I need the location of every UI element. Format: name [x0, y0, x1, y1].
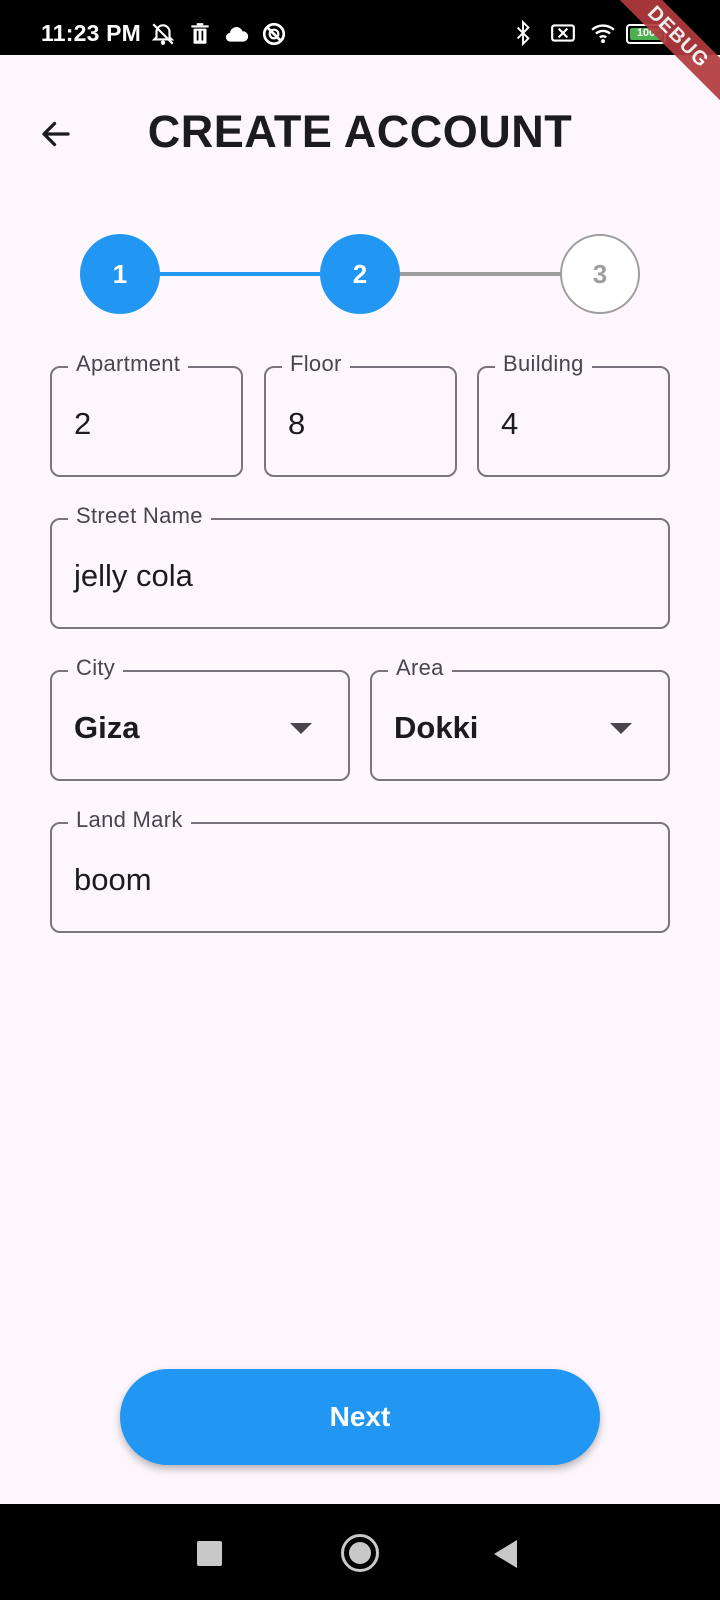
- page-title: CREATE ACCOUNT: [147, 106, 573, 157]
- step-3[interactable]: 3: [560, 234, 640, 314]
- stepper: 1 2 3: [0, 234, 720, 314]
- land-mark-value: boom: [74, 862, 152, 897]
- back-icon[interactable]: [494, 1540, 517, 1568]
- status-bar: 11:23 PM 100: [0, 0, 720, 55]
- alarm-off-icon: [151, 23, 175, 45]
- building-value: 4: [501, 406, 519, 441]
- apartment-value: 2: [74, 406, 92, 441]
- floor-label: Floor: [282, 351, 350, 377]
- area-label: Area: [388, 655, 452, 681]
- status-time: 11:23 PM: [41, 20, 142, 46]
- land-mark-field[interactable]: Land Mark boom: [50, 807, 670, 933]
- area-dropdown[interactable]: Area Dokki: [370, 655, 670, 781]
- status-left-icons: [150, 21, 287, 47]
- city-label: City: [68, 655, 124, 681]
- building-label: Building: [495, 351, 592, 377]
- home-icon[interactable]: [341, 1534, 379, 1572]
- street-name-field[interactable]: Street Name jelly cola: [50, 503, 670, 629]
- apartment-field[interactable]: Apartment 2: [50, 351, 243, 477]
- dropdown-arrow-icon[interactable]: [290, 723, 312, 734]
- building-field[interactable]: Building 4: [477, 351, 670, 477]
- street-name-label: Street Name: [68, 503, 211, 529]
- land-mark-label: Land Mark: [68, 807, 191, 833]
- city-dropdown[interactable]: City Giza: [50, 655, 350, 781]
- wifi-icon: [591, 24, 615, 44]
- next-button[interactable]: Next: [120, 1369, 600, 1465]
- blocked-icon: [262, 22, 286, 46]
- area-value: Dokki: [394, 710, 479, 745]
- floor-field[interactable]: Floor 8: [264, 351, 457, 477]
- bluetooth-icon: [516, 20, 530, 46]
- step-2[interactable]: 2: [320, 234, 400, 314]
- floor-value: 8: [288, 406, 306, 441]
- cloud-icon: [225, 27, 249, 42]
- street-name-value: jelly cola: [74, 558, 193, 593]
- status-right-icons: [510, 20, 616, 46]
- apartment-label: Apartment: [68, 351, 189, 377]
- step-connector-1-2: [158, 272, 320, 276]
- no-sim-icon: [551, 24, 575, 42]
- city-value: Giza: [74, 710, 140, 745]
- step-connector-2-3: [398, 272, 562, 276]
- trash-icon: [191, 23, 209, 44]
- recent-apps-icon[interactable]: [197, 1541, 222, 1566]
- dropdown-arrow-icon[interactable]: [610, 723, 632, 734]
- step-1[interactable]: 1: [80, 234, 160, 314]
- system-nav-bar: [0, 1504, 720, 1600]
